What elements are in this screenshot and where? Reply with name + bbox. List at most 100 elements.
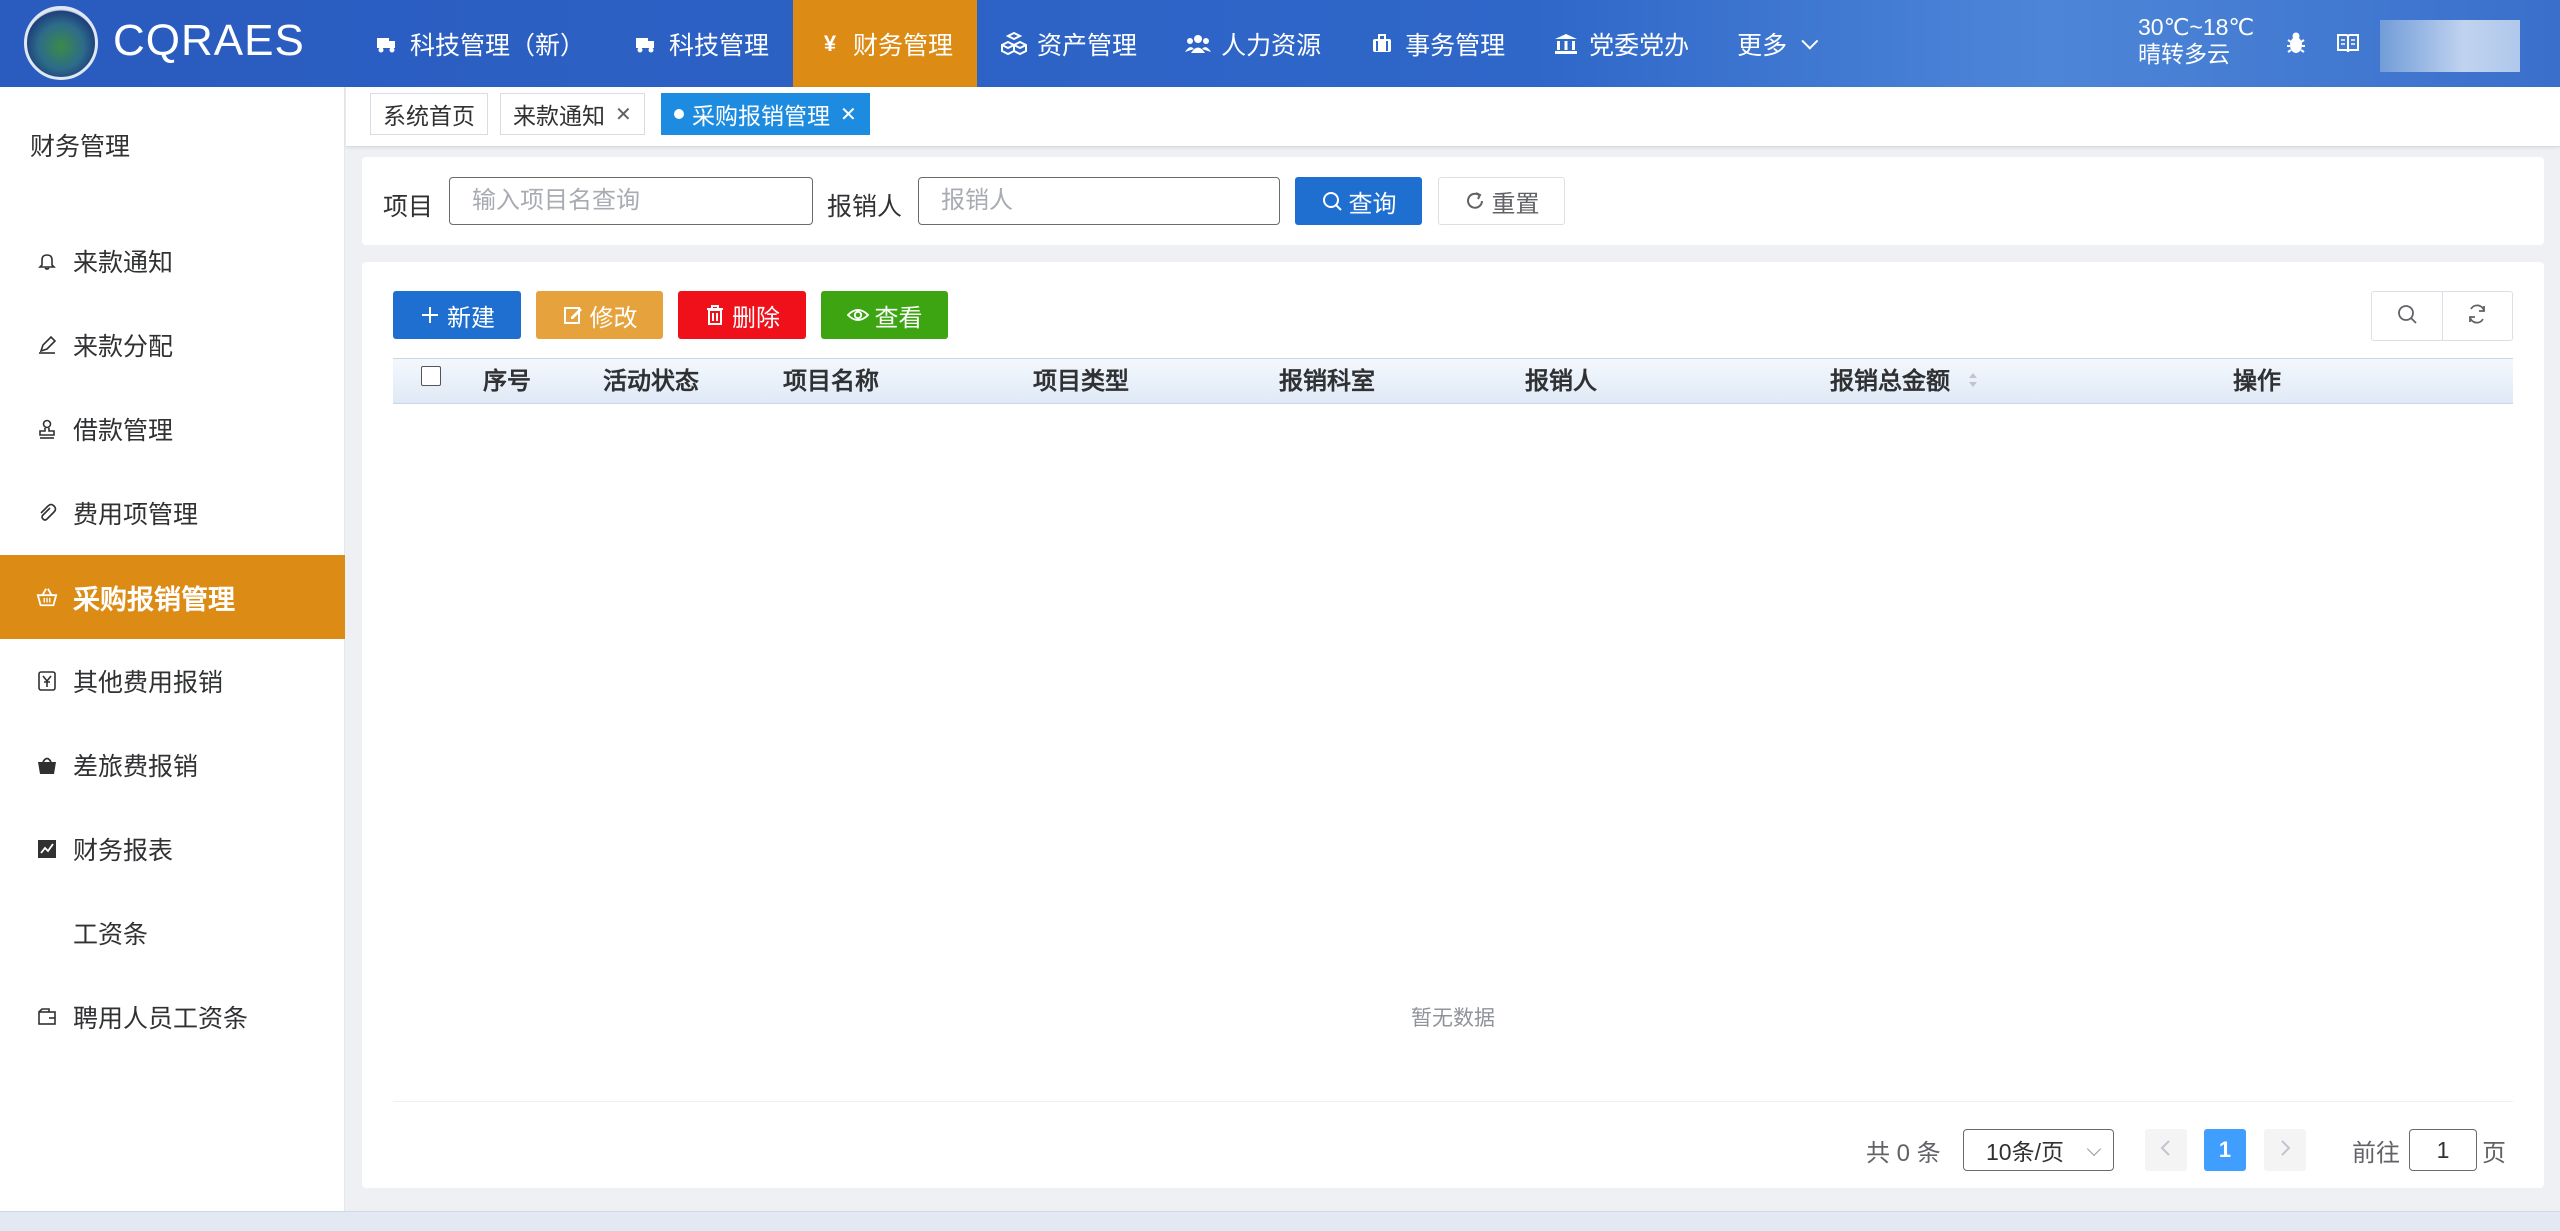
- users-icon: [1185, 31, 1212, 57]
- cubes-icon: [1001, 31, 1028, 57]
- truck-icon: [633, 31, 659, 57]
- nav-item-label: 党委党办: [1589, 31, 1690, 60]
- tab-payment-notice[interactable]: 来款通知 ✕: [500, 93, 645, 135]
- next-page-button[interactable]: [2264, 1129, 2306, 1171]
- sidebar-item-travel-reimbursement[interactable]: 差旅费报销: [0, 723, 345, 807]
- view-button[interactable]: 查看: [821, 291, 948, 339]
- view-button-label: 查看: [874, 304, 923, 332]
- chart-icon: [36, 838, 58, 860]
- edit-button-label: 修改: [589, 304, 638, 332]
- nav-item-tech[interactable]: 科技管理: [609, 0, 793, 87]
- edit-button[interactable]: 修改: [536, 291, 663, 339]
- truck-icon: [374, 31, 400, 57]
- prev-page-button[interactable]: [2145, 1129, 2187, 1171]
- wallet-icon: [36, 1006, 58, 1028]
- select-all-checkbox[interactable]: [421, 366, 441, 386]
- sidebar-item-other-reimbursement[interactable]: 其他费用报销: [0, 639, 345, 723]
- column-header-total-amount[interactable]: 报销总金额: [1830, 359, 1979, 405]
- weather-widget: 30℃~18℃ 晴转多云: [2138, 14, 2254, 68]
- page-size-select[interactable]: 10条/页: [1963, 1129, 2114, 1171]
- nav-item-hr[interactable]: 人力资源: [1161, 0, 1345, 87]
- sort-icon[interactable]: [1967, 360, 1979, 406]
- nav-item-assets[interactable]: 资产管理: [977, 0, 1161, 87]
- cqraes-logo: [24, 6, 98, 80]
- page-button-current[interactable]: 1: [2204, 1129, 2246, 1171]
- edit-icon: [562, 304, 584, 326]
- sidebar-item-payslip[interactable]: 工资条: [0, 891, 345, 975]
- column-header-project-type: 项目类型: [1033, 368, 1129, 395]
- column-header-actions: 操作: [2233, 368, 2281, 395]
- sidebar-item-label: 借款管理: [73, 417, 174, 445]
- add-button[interactable]: 新建: [393, 291, 521, 339]
- nav-item-label: 人力资源: [1221, 31, 1322, 60]
- sidebar-item-contract-payslip[interactable]: 聘用人员工资条: [0, 975, 345, 1059]
- nav-item-more[interactable]: 更多: [1713, 0, 1837, 87]
- briefcase-icon: [1369, 31, 1395, 57]
- refresh-button[interactable]: [2441, 292, 2513, 340]
- table-bottom-divider: [393, 1101, 2513, 1102]
- top-navbar: CQRAES 科技管理（新） 科技管理 ¥ 财务管理 资产管理 人力资源 事务管…: [0, 0, 2560, 87]
- sidebar-item-label: 其他费用报销: [73, 669, 224, 697]
- nav-item-finance[interactable]: ¥ 财务管理: [793, 0, 978, 87]
- tab-label: 来款通知: [513, 103, 605, 129]
- tab-purchase-reimbursement[interactable]: 采购报销管理 ✕: [661, 93, 870, 135]
- pagination-total: 共 0 条: [1866, 1140, 1941, 1167]
- nav-item-tech-new[interactable]: 科技管理（新）: [350, 0, 609, 87]
- tab-home[interactable]: 系统首页: [370, 93, 488, 135]
- search-toggle-button[interactable]: [2372, 292, 2442, 340]
- chevron-left-icon: [2159, 1137, 2173, 1163]
- sidebar-item-expense-items[interactable]: 费用项管理: [0, 471, 345, 555]
- delete-button[interactable]: 删除: [678, 291, 806, 339]
- sidebar-item-label: 费用项管理: [73, 501, 199, 529]
- brand-name: CQRAES: [113, 16, 305, 65]
- nav-item-label: 科技管理: [669, 31, 770, 60]
- sidebar-item-loan[interactable]: 借款管理: [0, 387, 345, 471]
- bank-icon: [1553, 31, 1579, 57]
- tabs-bar: 系统首页 来款通知 ✕ 采购报销管理 ✕: [346, 87, 2560, 147]
- column-header-index: 序号: [483, 368, 531, 395]
- goto-suffix: 页: [2482, 1140, 2506, 1167]
- goto-prefix: 前往: [2352, 1140, 2400, 1167]
- nav-item-party[interactable]: 党委党办: [1529, 0, 1713, 87]
- plus-icon: [419, 304, 441, 326]
- sidebar-item-label: 采购报销管理: [73, 584, 235, 615]
- sidebar-item-purchase-reimbursement[interactable]: 采购报销管理: [0, 555, 345, 639]
- sidebar-item-payment-notice[interactable]: 来款通知: [0, 219, 345, 303]
- delete-button-label: 删除: [732, 304, 780, 332]
- pen-icon: [36, 334, 58, 356]
- book-icon[interactable]: [2335, 30, 2361, 56]
- user-avatar[interactable]: [2380, 20, 2520, 72]
- sidebar-item-label: 聘用人员工资条: [73, 1005, 249, 1033]
- project-search-input[interactable]: [449, 177, 813, 225]
- goto-page-input[interactable]: 1: [2409, 1129, 2477, 1171]
- bug-icon[interactable]: [2283, 30, 2309, 56]
- add-button-label: 新建: [447, 304, 495, 332]
- main-nav: 科技管理（新） 科技管理 ¥ 财务管理 资产管理 人力资源 事务管理 党委党办 …: [350, 0, 1837, 87]
- sidebar-item-financial-report[interactable]: 财务报表: [0, 807, 345, 891]
- sidebar-item-payment-allocation[interactable]: 来款分配: [0, 303, 345, 387]
- reset-button[interactable]: 重置: [1438, 177, 1565, 225]
- nav-item-label: 事务管理: [1405, 31, 1506, 60]
- applicant-search-input[interactable]: [918, 177, 1280, 225]
- query-button[interactable]: 查询: [1295, 177, 1422, 225]
- stamp-icon: [36, 418, 58, 440]
- column-header-status: 活动状态: [603, 368, 699, 395]
- nav-item-label: 财务管理: [853, 31, 954, 60]
- nav-item-affairs[interactable]: 事务管理: [1345, 0, 1529, 87]
- sidebar: 财务管理 来款通知 来款分配 借款管理 费用项管理 采购报销管理 其他费用报销: [0, 87, 345, 1211]
- reset-button-label: 重置: [1491, 190, 1540, 218]
- refresh-icon: [2465, 302, 2489, 331]
- close-icon[interactable]: ✕: [840, 102, 857, 127]
- eye-icon: [846, 304, 869, 326]
- nav-item-label: 资产管理: [1037, 31, 1138, 60]
- column-header-project-name: 项目名称: [783, 368, 879, 395]
- os-taskbar-strip: [0, 1211, 2560, 1231]
- tab-label: 系统首页: [383, 103, 475, 129]
- basket-icon: [36, 586, 58, 608]
- empty-state-text: 暂无数据: [1411, 1007, 1495, 1030]
- active-dot-icon: [674, 109, 684, 119]
- close-icon[interactable]: ✕: [615, 102, 632, 127]
- table-tool-group: [2371, 291, 2513, 341]
- nav-item-label: 更多: [1737, 31, 1788, 60]
- paperclip-icon: [36, 502, 58, 524]
